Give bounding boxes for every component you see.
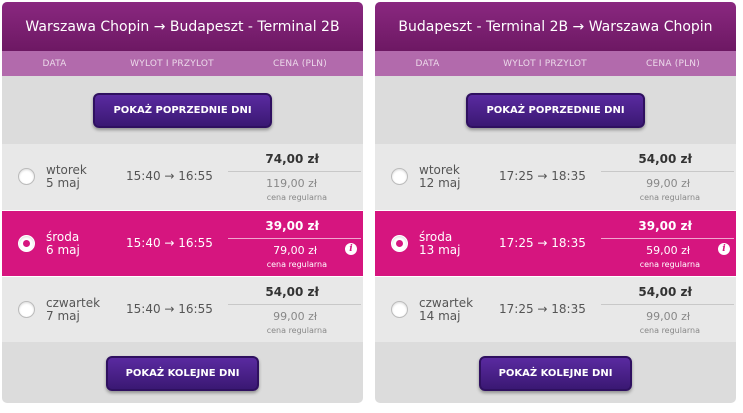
price: 39,00 zł: [638, 219, 692, 233]
day-name: środa: [46, 230, 80, 244]
regular-price-note: cena regularna: [266, 260, 327, 269]
flight-row[interactable]: czwartek 7 maj 15:40 → 16:55 54,00 zł 99,…: [2, 276, 363, 342]
price-divider: [228, 238, 361, 239]
day-date: 14 maj: [419, 309, 461, 323]
price-cell: 54,00 zł 99,00 zł cena regularna: [224, 277, 363, 343]
price: 54,00 zł: [265, 285, 319, 299]
flight-date: czwartek 7 maj: [46, 297, 100, 323]
flight-date: czwartek 14 maj: [419, 297, 473, 323]
column-header-date: DATA: [415, 58, 440, 69]
price-divider: [601, 238, 734, 239]
price-cell: 39,00 zł 79,00 zł cena regularna i: [224, 211, 363, 277]
flight-times: 17:25 → 18:35: [499, 302, 586, 316]
regular-price-note: cena regularna: [266, 193, 327, 202]
flight-date: wtorek 5 maj: [46, 164, 87, 190]
column-header-price: CENA (PLN): [273, 58, 327, 69]
flight-rows: wtorek 5 maj 15:40 → 16:55 74,00 zł 119,0…: [2, 144, 363, 342]
flight-rows: wtorek 12 maj 17:25 → 18:35 54,00 zł 99,0…: [375, 144, 736, 342]
panel-title: Budapeszt - Terminal 2B → Warszawa Chopi…: [375, 2, 736, 51]
column-header-price: CENA (PLN): [646, 58, 700, 69]
info-icon[interactable]: i: [345, 243, 357, 255]
regular-price: 99,00 zł: [646, 177, 690, 190]
regular-price-note: cena regularna: [639, 193, 700, 202]
day-date: 12 maj: [419, 176, 461, 190]
day-date: 5 maj: [46, 176, 80, 190]
return-flight-panel: Budapeszt - Terminal 2B → Warszawa Chopi…: [375, 2, 736, 403]
day-name: wtorek: [419, 163, 460, 177]
price-cell: 54,00 zł 99,00 zł cena regularna: [597, 144, 736, 210]
regular-price: 119,00 zł: [266, 177, 317, 190]
info-icon[interactable]: i: [718, 243, 730, 255]
column-header-time: WYLOT I PRZYLOT: [130, 58, 214, 69]
day-date: 7 maj: [46, 309, 80, 323]
radio-dot: [396, 240, 403, 247]
next-days-row: POKAŻ KOLEJNE DNI: [375, 342, 736, 403]
radio-button-selected[interactable]: [18, 235, 35, 252]
regular-price-note: cena regularna: [639, 326, 700, 335]
price-divider: [228, 171, 361, 172]
flight-date: środa 6 maj: [46, 231, 80, 257]
price-cell: 74,00 zł 119,00 zł cena regularna: [224, 144, 363, 210]
price-divider: [601, 304, 734, 305]
flight-times: 15:40 → 16:55: [126, 302, 213, 316]
price: 74,00 zł: [265, 152, 319, 166]
price: 54,00 zł: [638, 285, 692, 299]
price: 54,00 zł: [638, 152, 692, 166]
regular-price: 99,00 zł: [646, 310, 690, 323]
flight-row-selected[interactable]: środa 6 maj 15:40 → 16:55 39,00 zł 79,00 …: [2, 210, 363, 276]
column-header-date: DATA: [42, 58, 67, 69]
prev-days-row: POKAŻ POPRZEDNIE DNI: [2, 76, 363, 144]
price-cell: 54,00 zł 99,00 zł cena regularna: [597, 277, 736, 343]
flight-times: 15:40 → 16:55: [126, 236, 213, 250]
radio-button[interactable]: [391, 168, 408, 185]
panel-title: Warszawa Chopin → Budapeszt - Terminal 2…: [2, 2, 363, 51]
day-name: czwartek: [419, 296, 474, 310]
day-name: wtorek: [46, 163, 87, 177]
price: 39,00 zł: [265, 219, 319, 233]
price-cell: 39,00 zł 59,00 zł cena regularna i: [597, 211, 736, 277]
radio-button[interactable]: [18, 168, 35, 185]
show-next-days-button[interactable]: POKAŻ KOLEJNE DNI: [478, 355, 633, 391]
flight-times: 15:40 → 16:55: [126, 169, 213, 183]
flight-row-selected[interactable]: środa 13 maj 17:25 → 18:35 39,00 zł 59,00…: [375, 210, 736, 276]
flight-row[interactable]: wtorek 5 maj 15:40 → 16:55 74,00 zł 119,0…: [2, 144, 363, 210]
column-headers: DATA WYLOT I PRZYLOT CENA (PLN): [2, 51, 363, 76]
regular-price-note: cena regularna: [266, 326, 327, 335]
regular-price: 79,00 zł: [273, 244, 317, 257]
day-name: czwartek: [46, 296, 101, 310]
radio-dot: [23, 240, 30, 247]
prev-days-row: POKAŻ POPRZEDNIE DNI: [375, 76, 736, 144]
day-date: 6 maj: [46, 243, 80, 257]
price-divider: [601, 171, 734, 172]
flight-row[interactable]: czwartek 14 maj 17:25 → 18:35 54,00 zł 99…: [375, 276, 736, 342]
show-previous-days-button[interactable]: POKAŻ POPRZEDNIE DNI: [466, 92, 645, 128]
flight-row[interactable]: wtorek 12 maj 17:25 → 18:35 54,00 zł 99,0…: [375, 144, 736, 210]
column-headers: DATA WYLOT I PRZYLOT CENA (PLN): [375, 51, 736, 76]
flight-date: wtorek 12 maj: [419, 164, 460, 190]
flight-date: środa 13 maj: [419, 231, 460, 257]
radio-button[interactable]: [18, 301, 35, 318]
flight-times: 17:25 → 18:35: [499, 236, 586, 250]
regular-price: 59,00 zł: [646, 244, 690, 257]
next-days-row: POKAŻ KOLEJNE DNI: [2, 342, 363, 403]
show-next-days-button[interactable]: POKAŻ KOLEJNE DNI: [105, 355, 260, 391]
price-divider: [228, 304, 361, 305]
day-date: 13 maj: [419, 243, 461, 257]
column-header-time: WYLOT I PRZYLOT: [503, 58, 587, 69]
outbound-flight-panel: Warszawa Chopin → Budapeszt - Terminal 2…: [2, 2, 363, 403]
radio-button[interactable]: [391, 301, 408, 318]
radio-button-selected[interactable]: [391, 235, 408, 252]
regular-price: 99,00 zł: [273, 310, 317, 323]
show-previous-days-button[interactable]: POKAŻ POPRZEDNIE DNI: [93, 92, 272, 128]
regular-price-note: cena regularna: [639, 260, 700, 269]
flight-times: 17:25 → 18:35: [499, 169, 586, 183]
day-name: środa: [419, 230, 453, 244]
